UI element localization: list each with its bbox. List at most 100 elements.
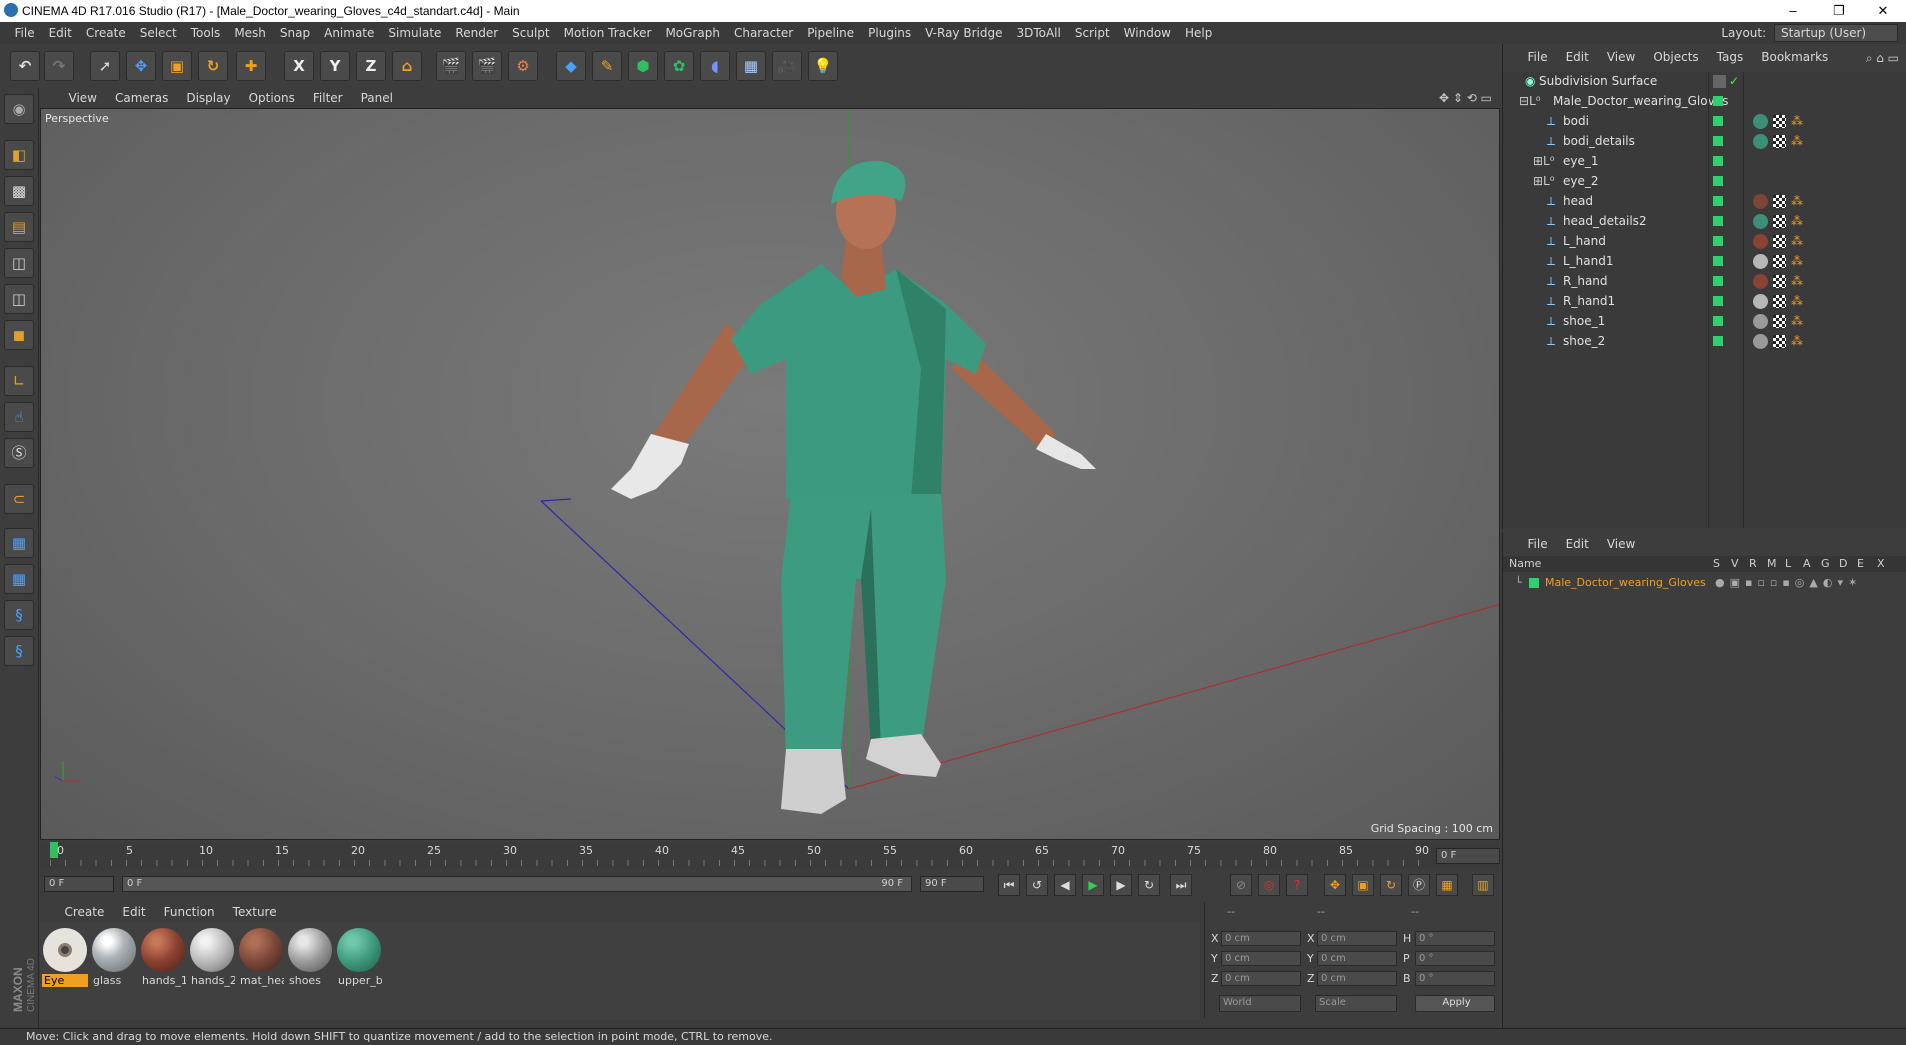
layer-color-icon[interactable] xyxy=(1713,156,1723,166)
material-glass[interactable]: glass xyxy=(91,928,137,987)
edges-mode-icon[interactable]: ◫ xyxy=(4,284,34,314)
menu-mograph[interactable]: MoGraph xyxy=(658,22,727,44)
render-settings-icon[interactable]: ⚙ xyxy=(508,51,538,81)
layer-menu-view[interactable]: View xyxy=(1598,534,1644,554)
key-rotation-icon[interactable]: ↻ xyxy=(1380,874,1402,896)
menu-animate[interactable]: Animate xyxy=(317,22,381,44)
layer-color-icon[interactable] xyxy=(1529,578,1539,588)
object-menu-tags[interactable]: Tags xyxy=(1708,47,1753,67)
current-frame-field[interactable]: 0 F xyxy=(1436,848,1500,864)
menu-pipeline[interactable]: Pipeline xyxy=(800,22,861,44)
floor-icon[interactable]: ▦ xyxy=(736,51,766,81)
key-scale-icon[interactable]: ▣ xyxy=(1352,874,1374,896)
uvw-tag-icon[interactable] xyxy=(1773,335,1786,348)
end-frame-field[interactable]: 90 F xyxy=(920,876,984,892)
timeline-window-icon[interactable]: ▥ xyxy=(1472,874,1494,896)
record-keys-icon[interactable]: ⊘ xyxy=(1230,874,1252,896)
phong-tag-icon[interactable]: ⁂ xyxy=(1791,335,1805,348)
layer-color-icon[interactable] xyxy=(1713,216,1723,226)
x-axis-button[interactable]: X xyxy=(284,51,314,81)
grid-lock-icon[interactable]: ▦ xyxy=(4,528,34,558)
material-tag-icon[interactable] xyxy=(1753,134,1768,149)
enabled-check-icon[interactable]: ✓ xyxy=(1729,72,1739,91)
material-tag-icon[interactable] xyxy=(1753,314,1768,329)
material-hands-1[interactable]: hands_1 xyxy=(140,928,186,987)
editor-visibility-icon[interactable] xyxy=(1713,75,1726,88)
uvw-tag-icon[interactable] xyxy=(1773,115,1786,128)
menu-file[interactable]: File xyxy=(8,22,42,44)
object-row[interactable]: ⊟L⁰ Male_Doctor_wearing_Gloves xyxy=(1503,92,1906,111)
uvw-tag-icon[interactable] xyxy=(1773,215,1786,228)
phong-tag-icon[interactable]: ⁂ xyxy=(1791,115,1805,128)
play-icon[interactable]: ▶ xyxy=(1082,874,1104,896)
menu-snap[interactable]: Snap xyxy=(273,22,317,44)
object-row[interactable]: ◉ Subdivision Surface ✓ xyxy=(1503,72,1906,91)
material-tag-icon[interactable] xyxy=(1753,114,1768,129)
phong-tag-icon[interactable]: ⁂ xyxy=(1791,295,1805,308)
material-upper-b[interactable]: upper_b xyxy=(336,928,382,987)
timeline-ruler[interactable]: 0 5 10 15 20 25 30 35 40 45 50 55 60 65 … xyxy=(40,842,1500,870)
workplane-lock-icon[interactable]: ▦ xyxy=(4,564,34,594)
render-picture-viewer-icon[interactable]: 🎬 xyxy=(472,51,502,81)
solo-icon[interactable]: Ⓢ xyxy=(4,438,34,468)
make-editable-icon[interactable]: ◉ xyxy=(4,94,34,124)
menu-plugins[interactable]: Plugins xyxy=(861,22,918,44)
light-icon[interactable]: 💡 xyxy=(808,51,838,81)
material-menu-texture[interactable]: Texture xyxy=(224,902,286,922)
layer-color-icon[interactable] xyxy=(1713,136,1723,146)
start-frame-field[interactable]: 0 F xyxy=(44,876,114,892)
key-parameter-icon[interactable]: Ⓟ xyxy=(1408,874,1430,896)
menu-help[interactable]: Help xyxy=(1178,22,1219,44)
material-tag-icon[interactable] xyxy=(1753,294,1768,309)
phong-tag-icon[interactable]: ⁂ xyxy=(1791,135,1805,148)
live-selection-icon[interactable]: ➚ xyxy=(90,51,120,81)
tweak-mode-icon[interactable]: ☝ xyxy=(4,402,34,432)
object-row[interactable]: ⟂ head ⁂ xyxy=(1503,192,1906,211)
viewport-menu-display[interactable]: Display xyxy=(177,88,239,108)
previous-key-icon[interactable]: ↺ xyxy=(1026,874,1048,896)
object-row[interactable]: ⊞L⁰ eye_2 xyxy=(1503,172,1906,191)
layer-color-icon[interactable] xyxy=(1713,196,1723,206)
viewport-navigation-icons[interactable]: ✥ ⇕ ⟲ ▭ xyxy=(1439,88,1492,108)
y-axis-button[interactable]: Y xyxy=(320,51,350,81)
material-tag-icon[interactable] xyxy=(1753,214,1768,229)
object-row[interactable]: ⊞L⁰ eye_1 xyxy=(1503,152,1906,171)
material-tag-icon[interactable] xyxy=(1753,234,1768,249)
viewport-menu-options[interactable]: Options xyxy=(240,88,304,108)
material-hands-2[interactable]: hands_2 xyxy=(189,928,235,987)
autokey-icon[interactable]: ◎ xyxy=(1258,874,1280,896)
coordinate-system-icon[interactable]: ⌂ xyxy=(392,51,422,81)
menu-window[interactable]: Window xyxy=(1117,22,1178,44)
cloner-icon[interactable]: ✿ xyxy=(664,51,694,81)
phong-tag-icon[interactable]: ⁂ xyxy=(1791,215,1805,228)
object-menu-edit[interactable]: Edit xyxy=(1557,47,1598,67)
material-shoes[interactable]: shoes xyxy=(287,928,333,987)
object-menu-bookmarks[interactable]: Bookmarks xyxy=(1752,47,1837,67)
layer-color-icon[interactable] xyxy=(1713,256,1723,266)
next-key-icon[interactable]: ↻ xyxy=(1138,874,1160,896)
object-row[interactable]: ⟂ bodi_details ⁂ xyxy=(1503,132,1906,151)
phong-tag-icon[interactable]: ⁂ xyxy=(1791,315,1805,328)
position-z-field[interactable]: 0 cm xyxy=(1221,971,1301,986)
layer-row[interactable]: └ Male_Doctor_wearing_Gloves ●▣▪▫▫▪◎▲◐▾✶ xyxy=(1503,574,1906,592)
menu-mesh[interactable]: Mesh xyxy=(227,22,273,44)
rotation-b-field[interactable]: 0 ° xyxy=(1415,971,1495,986)
snap-icon[interactable]: ⊂ xyxy=(4,484,34,514)
menu-simulate[interactable]: Simulate xyxy=(381,22,448,44)
viewport-menu-view[interactable]: View xyxy=(60,88,106,108)
model-mode-icon[interactable]: ◧ xyxy=(4,140,34,170)
viewport-menu-filter[interactable]: Filter xyxy=(304,88,352,108)
pen-icon[interactable]: ✎ xyxy=(592,51,622,81)
menu-edit[interactable]: Edit xyxy=(42,22,79,44)
perspective-viewport[interactable]: Perspective Grid Spacing: 100 cm xyxy=(40,108,1500,840)
object-row[interactable]: ⟂ L_hand ⁂ xyxy=(1503,232,1906,251)
move-icon[interactable]: ✥ xyxy=(126,51,156,81)
render-view-icon[interactable]: 🎬 xyxy=(436,51,466,81)
rotate-icon[interactable]: ↻ xyxy=(198,51,228,81)
rotation-p-field[interactable]: 0 ° xyxy=(1415,951,1495,966)
layout-dropdown[interactable]: Startup (User) xyxy=(1774,24,1898,42)
object-row[interactable]: ⟂ R_hand ⁂ xyxy=(1503,272,1906,291)
material-tag-icon[interactable] xyxy=(1753,194,1768,209)
menu-render[interactable]: Render xyxy=(448,22,505,44)
layer-flag-icons[interactable]: ●▣▪▫▫▪◎▲◐▾✶ xyxy=(1715,574,1862,592)
